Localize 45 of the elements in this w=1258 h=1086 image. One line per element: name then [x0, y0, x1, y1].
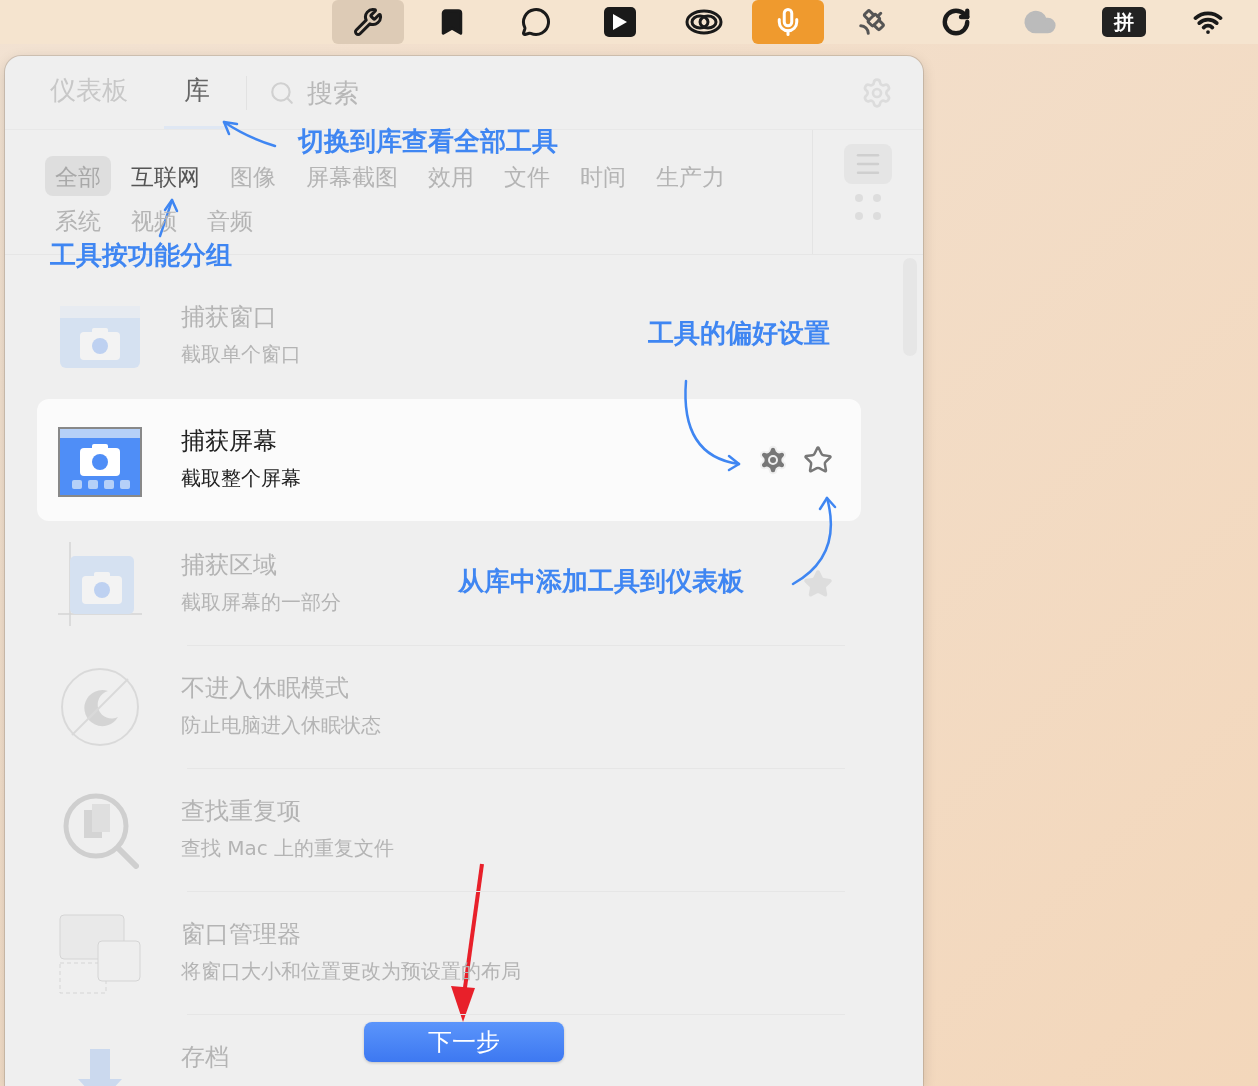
annotation-text: 工具按功能分组 — [50, 240, 232, 270]
annotation-text: 从库中添加工具到仪表板 — [458, 566, 744, 596]
category-chip[interactable]: 屏幕截图 — [296, 156, 408, 196]
tool-description: 截取单个窗口 — [181, 341, 301, 368]
rings-icon — [684, 8, 724, 36]
curved-arrow — [222, 120, 277, 148]
menu-bar-item[interactable]: 拼 — [1088, 0, 1160, 44]
wrench-icon — [353, 7, 383, 37]
category-chip[interactable]: 音频 — [197, 200, 263, 240]
settings-icon[interactable] — [757, 444, 789, 476]
category-chip[interactable]: 生产力 — [646, 156, 735, 196]
annotation-text: 切换到库查看全部工具 — [298, 126, 558, 156]
area-camera-icon — [58, 542, 142, 626]
tool-title: 窗口管理器 — [181, 919, 301, 950]
tool-title: 查找重复项 — [181, 796, 301, 827]
category-chip[interactable]: 图像 — [220, 156, 286, 196]
tab[interactable]: 库 — [164, 67, 230, 129]
annotation-text: 工具的偏好设置 — [648, 318, 830, 348]
tool-title: 捕获区域 — [181, 550, 277, 581]
tool-description: 防止电脑进入休眠状态 — [181, 712, 381, 739]
search-icon — [269, 79, 295, 106]
category-chip[interactable]: 效用 — [418, 156, 484, 196]
tool-title: 不进入休眠模式 — [181, 673, 349, 704]
star-icon[interactable] — [803, 569, 833, 599]
category-chip[interactable]: 互联网 — [121, 156, 210, 196]
tool-description: 截取整个屏幕 — [181, 465, 301, 492]
chat-bubble-icon — [521, 7, 551, 37]
tool-title: 捕获屏幕 — [181, 426, 277, 457]
tool-description: 查找 Mac 上的重复文件 — [181, 835, 395, 862]
tool-title: 捕获窗口 — [181, 302, 277, 333]
refresh-icon — [941, 7, 971, 37]
moon-icon — [58, 665, 142, 749]
tool-description: 截取屏幕的一部分 — [181, 589, 341, 616]
play-box-icon — [603, 6, 637, 38]
satellite-icon — [857, 7, 887, 37]
next-button[interactable]: 下一步 — [364, 1022, 564, 1062]
menu-bar-item[interactable] — [332, 0, 404, 44]
tool-card[interactable]: 捕获屏幕 截取整个屏幕 — [37, 399, 861, 521]
category-chip[interactable]: 文件 — [494, 156, 560, 196]
category-chip[interactable]: 时间 — [570, 156, 636, 196]
tool-title: 存档 — [181, 1042, 229, 1073]
input-method-label: 拼 — [1102, 7, 1146, 37]
star-icon[interactable] — [803, 445, 833, 475]
windows-icon — [58, 911, 142, 995]
category-chip[interactable]: 系统 — [45, 200, 111, 240]
